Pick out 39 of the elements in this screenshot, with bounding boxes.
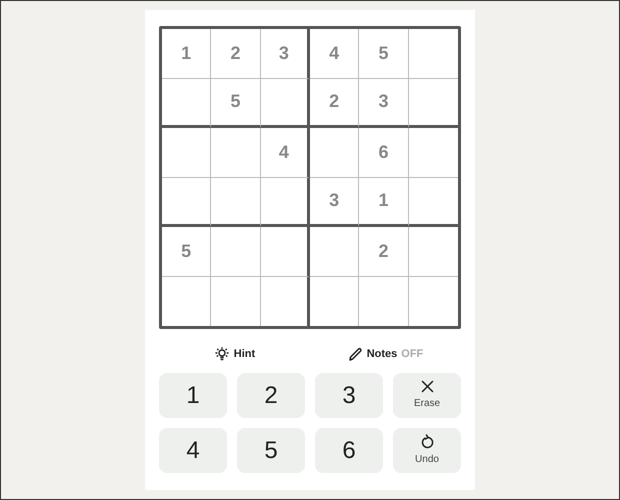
- undo-icon: [420, 434, 434, 449]
- grid-cell[interactable]: 1: [162, 29, 212, 78]
- grid-cell[interactable]: 5: [211, 78, 261, 128]
- number-key[interactable]: 2: [237, 373, 305, 418]
- grid-cell[interactable]: [260, 178, 310, 227]
- grid-cell[interactable]: 1: [359, 178, 409, 227]
- number-key[interactable]: 4: [159, 428, 227, 473]
- grid-cell[interactable]: 2: [359, 227, 409, 276]
- grid-cell[interactable]: [260, 78, 310, 128]
- hint-button[interactable]: Hint: [159, 346, 310, 362]
- grid-cell[interactable]: 3: [310, 178, 360, 227]
- grid-cell[interactable]: [310, 128, 360, 178]
- grid-cell[interactable]: 3: [260, 29, 310, 78]
- grid-cell[interactable]: 3: [359, 78, 409, 128]
- grid-cell[interactable]: [310, 227, 360, 276]
- grid-cell[interactable]: 5: [359, 29, 409, 78]
- grid-cell[interactable]: 2: [211, 29, 261, 78]
- grid-cell[interactable]: [211, 227, 261, 276]
- grid-cell[interactable]: [162, 178, 212, 227]
- grid-cell[interactable]: [162, 128, 212, 178]
- pencil-icon: [348, 346, 363, 362]
- erase-button[interactable]: Erase: [393, 373, 461, 418]
- grid-cell[interactable]: [211, 128, 261, 178]
- undo-button[interactable]: Undo: [393, 428, 461, 473]
- grid-cell[interactable]: 4: [260, 128, 310, 178]
- grid-cell[interactable]: [260, 227, 310, 276]
- grid-cell[interactable]: 5: [162, 227, 212, 276]
- notes-toggle[interactable]: Notes OFF: [310, 346, 461, 362]
- number-key[interactable]: 6: [315, 428, 383, 473]
- grid-cell[interactable]: 4: [310, 29, 360, 78]
- close-icon: [420, 380, 434, 393]
- number-key[interactable]: 1: [159, 373, 227, 418]
- grid-cell[interactable]: [162, 78, 212, 128]
- grid-cell[interactable]: 2: [310, 78, 360, 128]
- grid-cell[interactable]: 6: [359, 128, 409, 178]
- lightbulb-icon: [214, 347, 230, 361]
- number-key[interactable]: 3: [315, 373, 383, 418]
- number-key[interactable]: 5: [237, 428, 305, 473]
- grid-cell[interactable]: [211, 178, 261, 227]
